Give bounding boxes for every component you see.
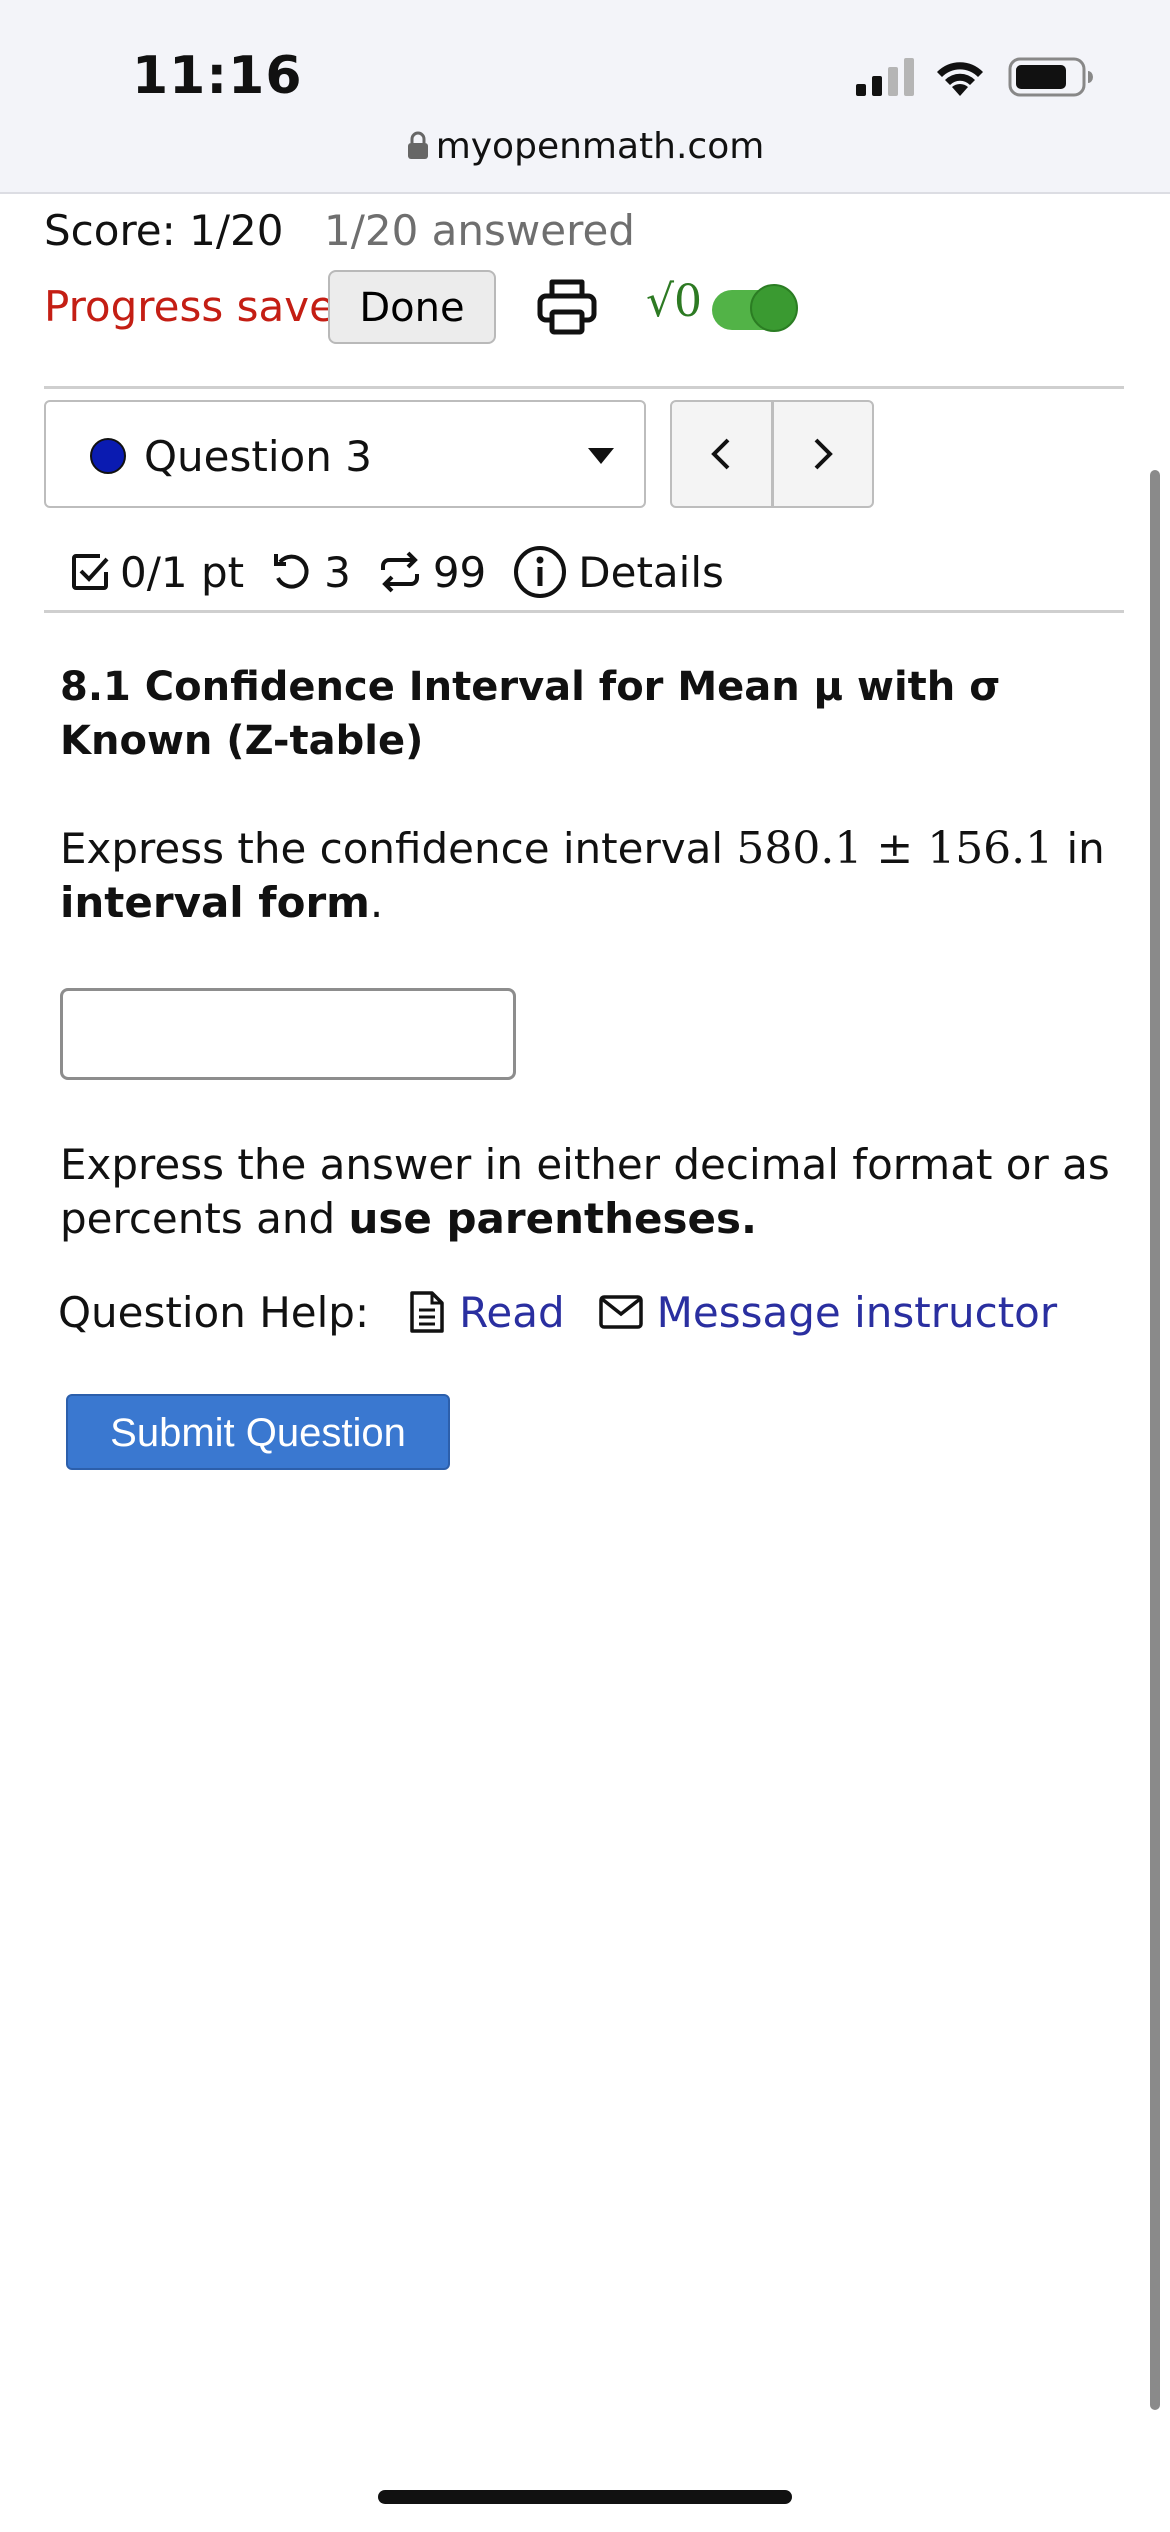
math-entry-toggle[interactable] <box>712 284 798 332</box>
previous-question-button[interactable] <box>672 402 771 506</box>
retries-text: 3 <box>324 547 351 597</box>
chevron-right-icon <box>814 438 833 470</box>
answer-input[interactable] <box>60 988 516 1080</box>
mail-icon <box>598 1295 643 1329</box>
question-select-label: Question 3 <box>144 432 372 481</box>
question-meta: 0/1 pt 3 99 Details <box>70 542 750 602</box>
scrollbar[interactable] <box>1150 470 1160 2410</box>
details-label: Details <box>578 547 724 597</box>
chevron-left-icon <box>711 438 730 470</box>
print-icon[interactable] <box>536 276 598 338</box>
points-info: 0/1 pt <box>70 548 244 597</box>
question-status-dot <box>90 438 126 474</box>
status-bar: 11:16 myopenmath.com <box>0 0 1170 194</box>
score-text: Score: 1/20 <box>44 206 284 255</box>
prompt-middle: in <box>1066 824 1105 873</box>
question-title: 8.1 Confidence Interval for Mean μ with … <box>60 664 1001 764</box>
attempts-text: 99 <box>432 547 487 597</box>
message-instructor-label: Message instructor <box>656 1287 1058 1337</box>
submit-question-button[interactable]: Submit Question <box>66 1394 450 1470</box>
home-indicator[interactable] <box>378 2490 792 2504</box>
retries-info: 3 <box>270 548 351 597</box>
clock: 11:16 <box>132 46 303 106</box>
divider <box>44 386 1124 389</box>
url-text: myopenmath.com <box>435 126 765 167</box>
prompt-prefix: Express the confidence interval <box>60 824 724 873</box>
question-prompt: Express the confidence interval 580.1 ± … <box>60 822 1120 930</box>
battery-icon <box>1008 57 1093 97</box>
info-icon <box>514 546 567 598</box>
message-instructor-link[interactable]: Message instructor <box>598 1287 1058 1337</box>
question-help-label: Question Help: <box>58 1287 370 1337</box>
note-bold: use parentheses. <box>348 1194 757 1243</box>
signal-icon <box>856 58 914 96</box>
answer-instructions: Express the answer in either decimal for… <box>60 1138 1120 1246</box>
math-entry-icon: √0 <box>646 276 703 327</box>
divider <box>44 610 1124 613</box>
question-help: Question Help: Read Message instructor <box>58 1282 1091 1342</box>
document-icon <box>410 1291 444 1333</box>
points-text: 0/1 pt <box>120 547 245 597</box>
retry-icon <box>274 554 309 589</box>
address-bar[interactable]: myopenmath.com <box>0 126 1170 167</box>
checkbox-icon <box>72 554 109 590</box>
prompt-suffix: . <box>369 878 384 927</box>
done-button[interactable]: Done <box>328 270 496 344</box>
progress-status: Progress saved <box>44 282 362 331</box>
repeat-icon <box>380 551 419 593</box>
question-select[interactable]: Question 3 <box>44 400 646 508</box>
wifi-icon <box>937 62 983 96</box>
attempts-info: 99 <box>377 548 486 597</box>
answered-count: 1/20 answered <box>324 206 635 255</box>
toggle-knob <box>750 284 798 332</box>
prompt-math: 580.1 ± 156.1 <box>736 823 1054 874</box>
read-label: Read <box>459 1287 565 1337</box>
next-question-button[interactable] <box>770 402 873 506</box>
chevron-down-icon <box>588 448 614 464</box>
read-link[interactable]: Read <box>409 1288 565 1337</box>
question-nav <box>670 400 874 508</box>
lock-icon <box>407 131 428 159</box>
prompt-bold: interval form <box>60 878 370 927</box>
details-toggle[interactable]: Details <box>512 544 724 600</box>
